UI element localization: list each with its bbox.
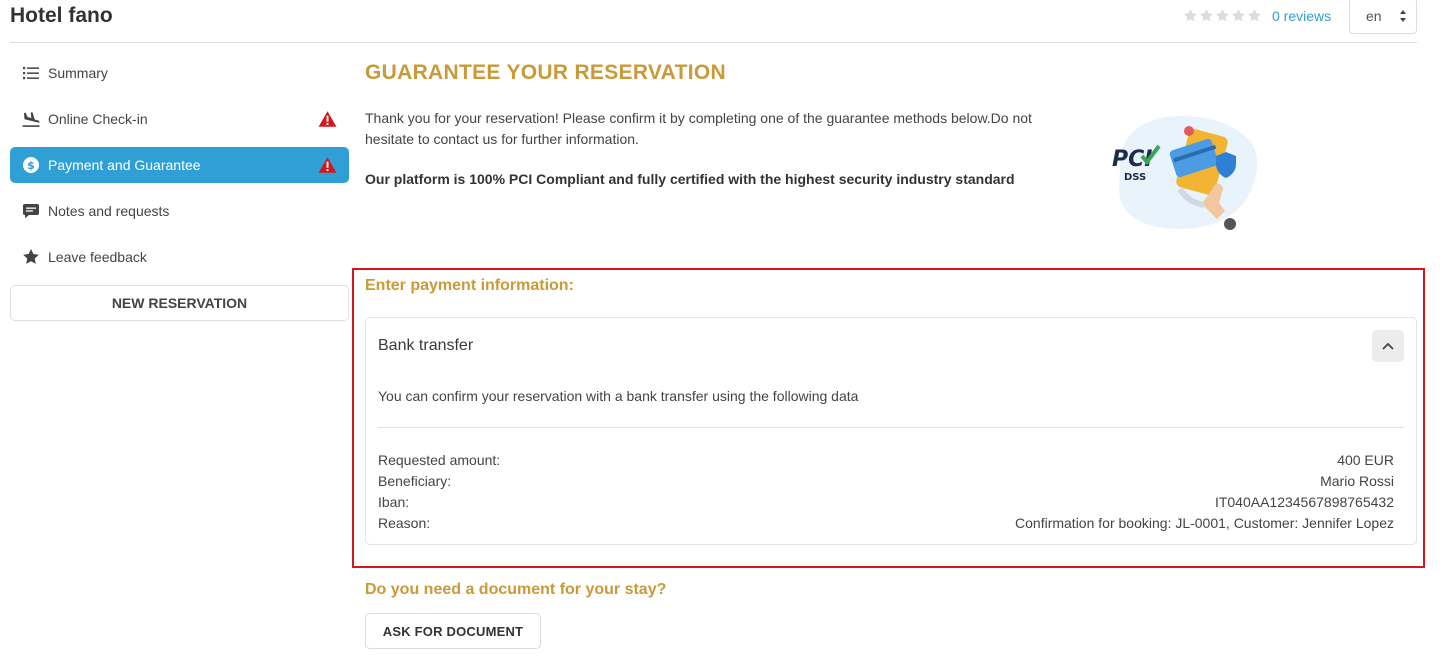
language-select[interactable]: en (1349, 0, 1417, 34)
bank-detail-row: Beneficiary: Mario Rossi (378, 471, 1394, 492)
rating-stars (1183, 8, 1262, 23)
sidebar-nav: Summary Online Check-in $ Payment and Gu… (10, 55, 349, 321)
detail-label: Iban: (378, 494, 410, 510)
document-section-title: Do you need a document for your stay? (365, 581, 667, 598)
hotel-name: Hotel fano (10, 4, 113, 27)
list-icon (22, 64, 40, 82)
sidebar-item-label: Notes and requests (48, 203, 170, 219)
pci-compliance-illustration: PCI DSS (1112, 116, 1258, 230)
intro-text: Thank you for your reservation! Please c… (365, 110, 1032, 147)
detail-label: Requested amount: (378, 452, 501, 468)
detail-value: IT040AA1234567898765432 (1214, 494, 1394, 510)
svg-text:$: $ (27, 159, 35, 172)
chevron-up-icon (1382, 342, 1394, 350)
bank-detail-row: Requested amount: 400 EUR (378, 450, 1394, 471)
star-icon (22, 248, 40, 266)
payment-section-title: Enter payment information: (365, 277, 574, 294)
sidebar-item-online-checkin[interactable]: Online Check-in (10, 101, 349, 137)
page-title: GUARANTEE YOUR RESERVATION (365, 61, 726, 84)
star-empty-icon (1184, 9, 1197, 22)
bank-transfer-description: You can confirm your reservation with a … (378, 388, 859, 404)
collapse-button[interactable] (1372, 330, 1404, 362)
detail-label: Beneficiary: (378, 473, 452, 489)
reviews-link[interactable]: 0 reviews (1272, 8, 1331, 24)
sidebar-item-leave-feedback[interactable]: Leave feedback (10, 239, 349, 275)
bank-transfer-panel: Bank transfer You can confirm your reser… (365, 317, 1417, 545)
detail-value: 400 EUR (1337, 452, 1394, 468)
warning-icon (318, 111, 337, 127)
plane-landing-icon (22, 110, 40, 128)
language-value: en (1366, 8, 1382, 24)
sidebar-item-notes-requests[interactable]: Notes and requests (10, 193, 349, 229)
detail-value: Mario Rossi (1320, 473, 1394, 489)
select-arrows-icon (1400, 10, 1406, 22)
star-empty-icon (1232, 9, 1245, 22)
star-empty-icon (1200, 9, 1213, 22)
new-reservation-button[interactable]: NEW RESERVATION (10, 285, 349, 321)
star-empty-icon (1248, 9, 1261, 22)
dollar-circle-icon: $ (22, 156, 40, 174)
sidebar-item-label: Payment and Guarantee (48, 157, 201, 173)
detail-label: Reason: (378, 515, 431, 531)
sidebar-item-label: Online Check-in (48, 111, 148, 127)
bank-transfer-title: Bank transfer (378, 337, 474, 354)
top-header: Hotel fano 0 reviews en (10, 0, 1417, 43)
bank-detail-row: Reason: Confirmation for booking: JL-000… (378, 513, 1394, 534)
bank-detail-row: Iban: IT040AA1234567898765432 (378, 492, 1394, 513)
svg-text:DSS: DSS (1124, 172, 1146, 183)
bank-details-table: Requested amount: 400 EUR Beneficiary: M… (378, 450, 1394, 534)
sidebar-item-summary[interactable]: Summary (10, 55, 349, 91)
sidebar-item-label: Summary (48, 65, 108, 81)
sidebar-item-label: Leave feedback (48, 249, 147, 265)
ask-for-document-button[interactable]: ASK FOR DOCUMENT (365, 613, 541, 649)
divider (378, 427, 1404, 428)
comment-icon (22, 202, 40, 220)
pci-statement: Our platform is 100% PCI Compliant and f… (365, 171, 1015, 187)
sidebar-item-payment-guarantee[interactable]: $ Payment and Guarantee (10, 147, 349, 183)
star-empty-icon (1216, 9, 1229, 22)
warning-icon (318, 157, 337, 173)
detail-value: Confirmation for booking: JL-0001, Custo… (1015, 515, 1394, 531)
